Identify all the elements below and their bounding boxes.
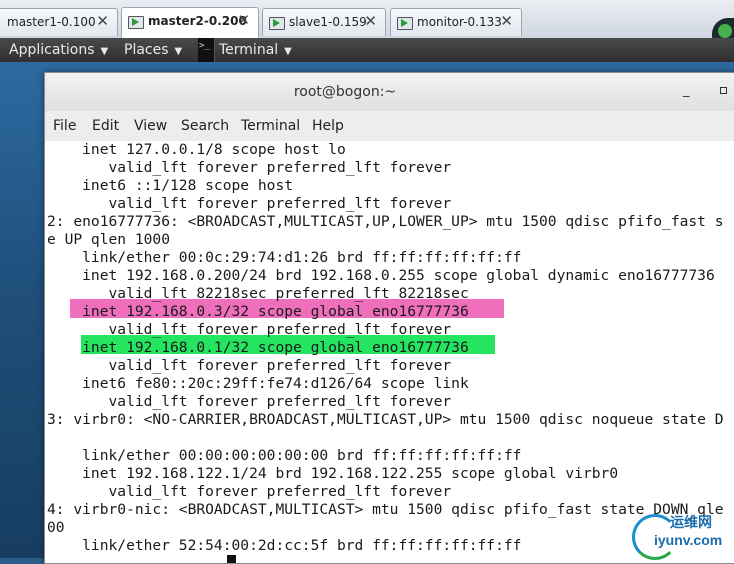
window-titlebar[interactable]: root@bogon:~ _ [45, 73, 734, 112]
terminal-line: valid_lft 82218sec preferred_lft 82218se… [47, 285, 469, 302]
menu-terminal[interactable]: Terminal [241, 118, 300, 134]
close-icon[interactable]: ✕ [364, 12, 377, 30]
menu-help[interactable]: Help [312, 118, 344, 134]
menu-file[interactable]: File [53, 118, 76, 134]
terminal-line: link/ether 52:54:00:2d:cc:5f brd ff:ff:f… [47, 537, 522, 554]
minimize-button[interactable]: _ [683, 83, 690, 98]
terminal-line: inet6 ::1/128 scope host [47, 177, 294, 194]
terminal-line: inet 192.168.0.3/32 scope global eno1677… [47, 303, 469, 320]
gnome-top-bar: Applications ▼ Places ▼ Terminal ▼ [0, 38, 734, 62]
terminal-line: valid_lft forever preferred_lft forever [47, 483, 452, 500]
applications-menu[interactable]: Applications ▼ [9, 42, 108, 58]
menu-view[interactable]: View [134, 118, 167, 134]
vm-tab-label: master2-0.200 [148, 14, 247, 28]
vm-tab-label: master1-0.100 [7, 15, 96, 29]
watermark-text-cn: 运维网 [670, 515, 712, 531]
menu-edit[interactable]: Edit [92, 118, 119, 134]
terminal-line: valid_lft forever preferred_lft forever [47, 159, 452, 176]
applications-label: Applications [9, 42, 95, 58]
vm-tab-slave1[interactable]: slave1-0.159 ✕ [262, 8, 386, 36]
terminal-line: inet 192.168.122.1/24 brd 192.168.122.25… [47, 465, 619, 482]
chevron-down-icon: ▼ [174, 46, 183, 57]
places-menu[interactable]: Places ▼ [124, 42, 182, 58]
terminal-icon[interactable] [198, 38, 215, 62]
vm-running-icon [128, 16, 144, 29]
close-icon[interactable]: ✕ [237, 11, 250, 29]
terminal-cursor-line [47, 555, 236, 563]
close-icon[interactable]: ✕ [96, 12, 109, 30]
vm-tab-master1[interactable]: master1-0.100 ✕ [0, 8, 118, 36]
vm-tab-monitor[interactable]: monitor-0.133 ✕ [390, 8, 522, 36]
terminal-window: root@bogon:~ _ File Edit View Search Ter… [44, 72, 734, 564]
terminal-line: valid_lft forever preferred_lft forever [47, 321, 452, 338]
terminal-line: valid_lft forever preferred_lft forever [47, 357, 452, 374]
places-label: Places [124, 42, 169, 58]
menu-bar: File Edit View Search Terminal Help [45, 111, 734, 142]
chevron-down-icon: ▼ [100, 46, 109, 57]
vm-tab-label: slave1-0.159 [289, 15, 367, 29]
vm-tab-master2[interactable]: master2-0.200 ✕ [121, 7, 259, 38]
terminal-line: e UP qlen 1000 [47, 231, 171, 248]
terminal-app-label: Terminal [219, 42, 279, 58]
terminal-line: link/ether 00:0c:29:74:d1:26 brd ff:ff:f… [47, 249, 522, 266]
maximize-button[interactable] [720, 87, 727, 94]
terminal-app-menu[interactable]: Terminal ▼ [219, 42, 292, 58]
terminal-line: 4: virbr0-nic: <BROADCAST,MULTICAST> mtu… [47, 501, 724, 518]
chevron-down-icon: ▼ [284, 46, 292, 57]
terminal-line: valid_lft forever preferred_lft forever [47, 393, 452, 410]
terminal-line: 2: eno16777736: <BROADCAST,MULTICAST,UP,… [47, 213, 724, 230]
terminal-line: inet 127.0.0.1/8 scope host lo [47, 141, 346, 158]
watermark-logo: 运维网 iyunv.com [628, 508, 734, 560]
terminal-line: link/ether 00:00:00:00:00:00 brd ff:ff:f… [47, 447, 522, 464]
watermark-text-url: iyunv.com [654, 532, 723, 548]
vm-tab-label: monitor-0.133 [417, 15, 502, 29]
terminal-line: inet 192.168.0.200/24 brd 192.168.0.255 … [47, 267, 715, 284]
menu-search[interactable]: Search [181, 118, 229, 134]
terminal-line: valid_lft forever preferred_lft forever [47, 195, 452, 212]
window-title: root@bogon:~ [293, 84, 397, 100]
vm-tab-strip: master1-0.100 ✕ master2-0.200 ✕ slave1-0… [0, 0, 734, 52]
terminal-line: inet6 fe80::20c:29ff:fe74:d126/64 scope … [47, 375, 469, 392]
terminal-line: 00 [47, 519, 65, 536]
terminal-output[interactable]: inet 127.0.0.1/8 scope host lo valid_lft… [45, 141, 734, 563]
vm-running-icon [397, 17, 413, 30]
terminal-line: 3: virbr0: <NO-CARRIER,BROADCAST,MULTICA… [47, 411, 724, 428]
text-cursor [227, 555, 236, 563]
vm-running-icon [269, 17, 285, 30]
close-icon[interactable]: ✕ [500, 12, 513, 30]
terminal-line: inet 192.168.0.1/32 scope global eno1677… [47, 339, 469, 356]
